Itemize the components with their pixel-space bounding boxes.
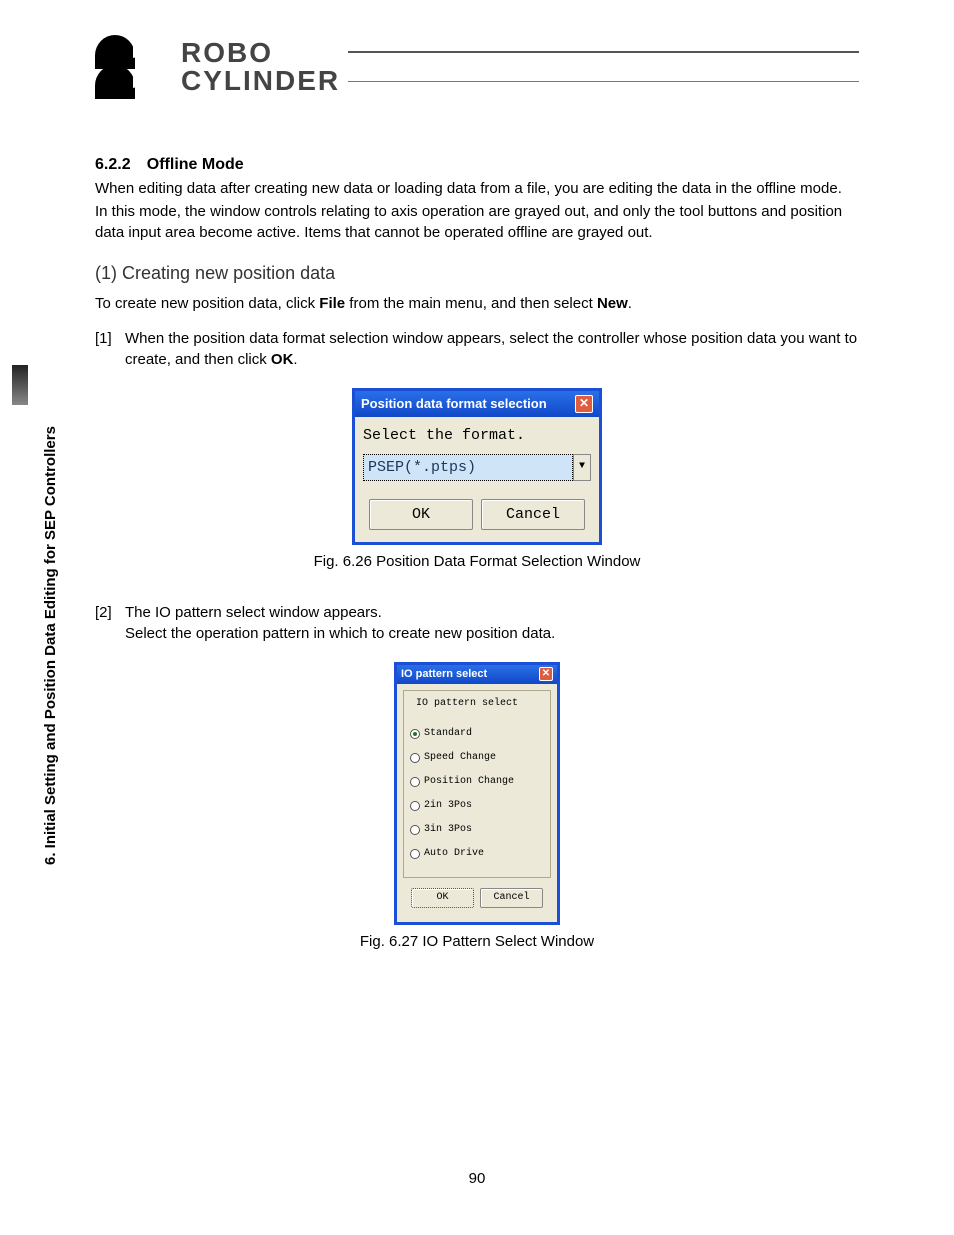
io-pattern-groupbox: IO pattern select Standard Speed Change Po… — [403, 690, 551, 878]
paragraph: When editing data after creating new dat… — [95, 178, 859, 199]
paragraph: To create new position data, click File … — [95, 293, 859, 314]
format-selected: PSEP(*.ptps) — [363, 454, 573, 481]
logo-line2: CYLINDER — [181, 67, 340, 95]
close-icon[interactable]: ✕ — [539, 667, 553, 681]
close-icon[interactable]: ✕ — [575, 395, 593, 413]
format-dropdown[interactable]: PSEP(*.ptps) ▼ — [363, 454, 591, 481]
menu-file-bold: File — [319, 295, 345, 312]
cancel-button[interactable]: Cancel — [481, 499, 585, 530]
groupbox-title: IO pattern select — [414, 697, 520, 711]
step-item: [1] When the position data format select… — [95, 328, 859, 370]
menu-new-bold: New — [597, 295, 628, 312]
subsection-heading: (1) Creating new position data — [95, 261, 859, 286]
page-number: 90 — [0, 1170, 954, 1187]
step-item: [2] The IO pattern select window appears… — [95, 602, 859, 644]
radio-option[interactable]: Position Change — [410, 775, 544, 789]
step-number: [2] — [95, 602, 125, 644]
radio-icon[interactable] — [410, 825, 420, 835]
dialog-title: Position data format selection — [361, 395, 547, 413]
radio-icon[interactable] — [410, 753, 420, 763]
radio-label: 2in 3Pos — [424, 799, 472, 813]
step-number: [1] — [95, 328, 125, 370]
radio-label: Speed Change — [424, 751, 496, 765]
radio-option[interactable]: Standard — [410, 727, 544, 741]
section-heading: 6.2.2 Offline Mode — [95, 154, 859, 176]
chevron-down-icon[interactable]: ▼ — [573, 454, 591, 481]
step-text: The IO pattern select window appears. Se… — [125, 602, 859, 644]
radio-option[interactable]: Speed Change — [410, 751, 544, 765]
figure-caption: Fig. 6.27 IO Pattern Select Window — [95, 931, 859, 952]
figure-2: IO pattern select ✕ IO pattern select St… — [95, 662, 859, 952]
section-title: Offline Mode — [147, 156, 244, 173]
logo-line1: ROBO — [181, 39, 340, 67]
figure-caption: Fig. 6.26 Position Data Format Selection… — [95, 551, 859, 572]
logo-mark — [95, 35, 173, 99]
radio-label: Auto Drive — [424, 847, 484, 861]
radio-icon[interactable] — [410, 729, 420, 739]
section-number: 6.2.2 — [95, 156, 131, 173]
radio-option[interactable]: 2in 3Pos — [410, 799, 544, 813]
radio-option[interactable]: 3in 3Pos — [410, 823, 544, 837]
header-rule-lines — [348, 47, 859, 87]
ok-button[interactable]: OK — [411, 888, 474, 908]
paragraph: In this mode, the window controls relati… — [95, 201, 859, 243]
radio-label: Standard — [424, 727, 472, 741]
ok-bold: OK — [271, 351, 294, 368]
format-selection-dialog: Position data format selection ✕ Select … — [352, 388, 602, 545]
radio-icon[interactable] — [410, 777, 420, 787]
subsection-number: (1) — [95, 263, 117, 283]
figure-1: Position data format selection ✕ Select … — [95, 388, 859, 572]
dialog-label: Select the format. — [363, 425, 591, 446]
radio-icon[interactable] — [410, 801, 420, 811]
io-pattern-select-dialog: IO pattern select ✕ IO pattern select St… — [394, 662, 560, 925]
logo-text: ROBO CYLINDER — [181, 39, 340, 95]
cancel-button[interactable]: Cancel — [480, 888, 543, 908]
dialog-titlebar: IO pattern select ✕ — [397, 665, 557, 684]
radio-label: 3in 3Pos — [424, 823, 472, 837]
dialog-title: IO pattern select — [401, 667, 487, 682]
page-header: ROBO CYLINDER — [95, 35, 859, 99]
radio-icon[interactable] — [410, 849, 420, 859]
radio-option[interactable]: Auto Drive — [410, 847, 544, 861]
subsection-title: Creating new position data — [122, 263, 335, 283]
step-text: When the position data format selection … — [125, 328, 859, 370]
ok-button[interactable]: OK — [369, 499, 473, 530]
radio-label: Position Change — [424, 775, 514, 789]
dialog-titlebar: Position data format selection ✕ — [355, 391, 599, 417]
